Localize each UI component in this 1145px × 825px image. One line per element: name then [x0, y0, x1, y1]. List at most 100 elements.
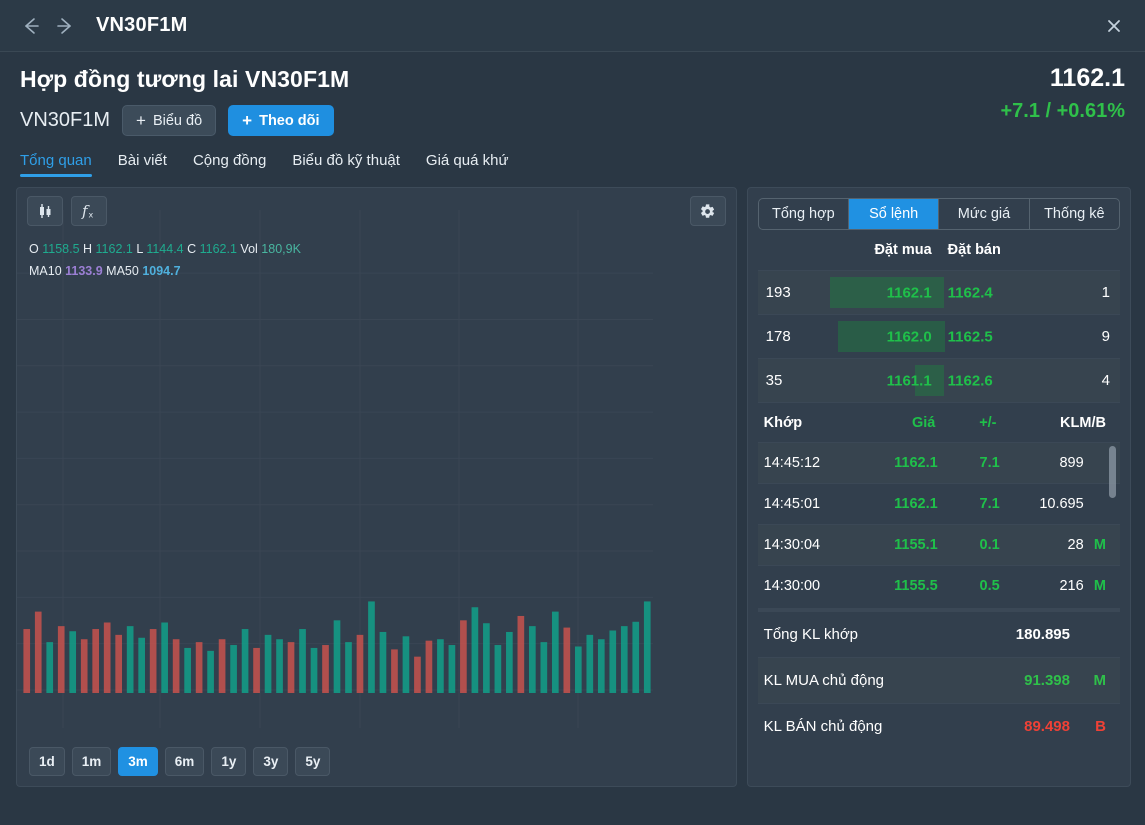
instrument-header: Hợp đồng tương lai VN30F1M VN30F1M + Biể…: [0, 52, 1145, 136]
orderbook-row[interactable]: 193 1162.1 1162.4 1: [757, 270, 1120, 314]
tab-bai-viet[interactable]: Bài viết: [118, 152, 167, 177]
summary-row-total: Tổng KL khớp 180.895: [757, 611, 1120, 657]
range-1y[interactable]: 1y: [211, 747, 247, 776]
candlestick-icon[interactable]: [27, 196, 63, 226]
ohlc-legend: O 1158.5 H 1162.1 L 1144.4 C 1162.1 Vol …: [29, 238, 301, 282]
price-axis: [650, 188, 736, 786]
panel-tab-tong-hop[interactable]: Tổng hợp: [759, 199, 849, 229]
close-icon[interactable]: [1097, 9, 1131, 43]
summary-label: Tổng KL khớp: [763, 626, 859, 643]
bid-price: 1162.0: [886, 328, 932, 345]
range-5y[interactable]: 5y: [295, 747, 331, 776]
trade-side: M: [1093, 537, 1106, 553]
panel-tab-so-lenh[interactable]: Sổ lệnh: [849, 199, 940, 229]
ask-volume: 4: [1101, 372, 1110, 389]
trade-price: 1155.1: [894, 537, 938, 553]
price-summary: 1162.1 +7.1 / +0.61%: [1000, 64, 1125, 123]
ohlc-h-value: 1162.1: [95, 242, 133, 256]
tab-bieu-do-ky-thuat[interactable]: Biểu đồ kỹ thuật: [292, 152, 400, 177]
tab-gia-qua-khu[interactable]: Giá quá khứ: [426, 152, 509, 177]
ohlc-vol-label: Vol: [240, 242, 258, 256]
summary-side: M: [1093, 672, 1107, 689]
market-data-panel: Tổng hợp Sổ lệnh Mức giá Thống kê Đặt mu…: [746, 187, 1131, 787]
trade-price: 1155.5: [894, 578, 938, 594]
svg-text:x: x: [89, 211, 94, 220]
range-1d[interactable]: 1d: [29, 747, 65, 776]
col-gia: Giá: [911, 414, 936, 431]
forward-icon[interactable]: [48, 9, 82, 43]
summary-row-buy: KL MUA chủ động 91.398 M: [757, 657, 1120, 703]
add-chart-button[interactable]: + Biểu đồ: [122, 105, 217, 136]
trade-price: 1162.1: [894, 496, 938, 512]
panel-tab-muc-gia[interactable]: Mức giá: [939, 199, 1030, 229]
panel-tab-group: Tổng hợp Sổ lệnh Mức giá Thống kê: [757, 198, 1120, 230]
ask-depth-bar: [939, 277, 945, 308]
table-row[interactable]: 14:30:04 1155.1 0.1 28 M: [757, 524, 1120, 565]
ohlc-c-label: C: [187, 242, 197, 256]
ohlc-vol-value: 180,9K: [261, 242, 301, 256]
ask-cell: 1162.4: [939, 271, 1050, 314]
bid-cell: 1162.0: [830, 315, 940, 358]
trade-time: 14:45:12: [763, 455, 821, 471]
gear-icon[interactable]: [689, 196, 726, 226]
table-row[interactable]: 14:30:00 1155.5 0.5 216 M: [757, 565, 1120, 606]
trade-volume: 28: [1067, 537, 1084, 553]
orderbook-header: Đặt mua Đặt bán: [758, 230, 1120, 270]
summary-row-sell: KL BÁN chủ động 89.498 B: [757, 703, 1120, 749]
last-price: 1162.1: [1049, 64, 1125, 92]
tab-cong-dong[interactable]: Cộng đồng: [193, 152, 266, 177]
trade-volume: 216: [1059, 578, 1084, 594]
orderbook-row[interactable]: 178 1162.0 1162.5 9: [757, 314, 1120, 358]
ohlc-l-label: L: [136, 242, 143, 256]
bid-volume: 193: [765, 284, 791, 301]
panel-tab-thong-ke[interactable]: Thống kê: [1030, 199, 1119, 229]
bid-volume: 178: [765, 328, 791, 345]
summary-value: 91.398: [1024, 672, 1070, 689]
col-kl: KL: [1060, 414, 1080, 431]
ma50-value: 1094.7: [142, 264, 181, 278]
orderbook-bid-header: Đặt mua: [874, 242, 932, 258]
summary-label: KL MUA chủ động: [763, 672, 885, 689]
ask-cell: 1162.5: [939, 315, 1050, 358]
ma-legend-line: MA10 1133.9 MA50 1094.7: [29, 260, 301, 282]
range-6m[interactable]: 6m: [164, 747, 205, 776]
orderbook-row[interactable]: 35 1161.1 1162.6 4: [757, 358, 1120, 402]
table-row[interactable]: 14:45:01 1162.1 7.1 10.695: [757, 483, 1120, 524]
back-icon[interactable]: [14, 9, 48, 43]
tab-tong-quan[interactable]: Tổng quan: [20, 152, 92, 177]
ma10-value: 1133.9: [65, 264, 103, 278]
trade-change: 0.1: [979, 537, 1000, 553]
ohlc-o-value: 1158.5: [42, 242, 80, 256]
range-1m[interactable]: 1m: [71, 747, 112, 776]
window-title-bar: VN30F1M: [0, 0, 1145, 52]
range-selector: 1d 1m 3m 6m 1y 3y 5y: [29, 747, 331, 776]
ask-price: 1162.6: [947, 372, 993, 389]
function-fx-icon[interactable]: f x: [71, 196, 107, 226]
trade-price: 1162.1: [894, 455, 938, 471]
ask-price: 1162.5: [947, 328, 993, 345]
trade-time: 14:30:04: [763, 537, 821, 553]
content-area: f x O 1158.5 H 1162.1 L 1144.4 C 1162.1 …: [0, 177, 1145, 787]
ma50-label: MA50: [106, 264, 139, 278]
col-change: +/-: [979, 414, 997, 431]
ask-price: 1162.4: [947, 284, 993, 301]
summary-value: 180.895: [1015, 626, 1070, 643]
trades-list[interactable]: 14:45:12 1162.1 7.1 899 14:45:01 1162.1 …: [757, 442, 1120, 606]
col-khop: Khớp: [763, 414, 803, 431]
watch-button[interactable]: + Theo dõi: [228, 105, 334, 136]
ohlc-o-label: O: [29, 242, 39, 256]
table-row[interactable]: 14:45:12 1162.1 7.1 899: [757, 442, 1120, 483]
range-3y[interactable]: 3y: [253, 747, 289, 776]
trades-scrollbar[interactable]: [1109, 446, 1116, 498]
chart-toolbar: f x: [27, 196, 107, 226]
summary-side: B: [1095, 718, 1106, 735]
trade-time: 14:30:00: [763, 578, 821, 594]
header-actions-row: VN30F1M + Biểu đồ + Theo dõi: [20, 105, 1125, 136]
trade-volume: 899: [1059, 455, 1084, 471]
page-title: Hợp đồng tương lai VN30F1M: [20, 66, 350, 92]
ask-depth-bar: [939, 365, 945, 396]
bid-cell: 1162.1: [829, 271, 940, 314]
trade-volume: 10.695: [1039, 496, 1084, 512]
summary-value: 89.498: [1024, 718, 1070, 735]
range-3m[interactable]: 3m: [118, 747, 158, 776]
